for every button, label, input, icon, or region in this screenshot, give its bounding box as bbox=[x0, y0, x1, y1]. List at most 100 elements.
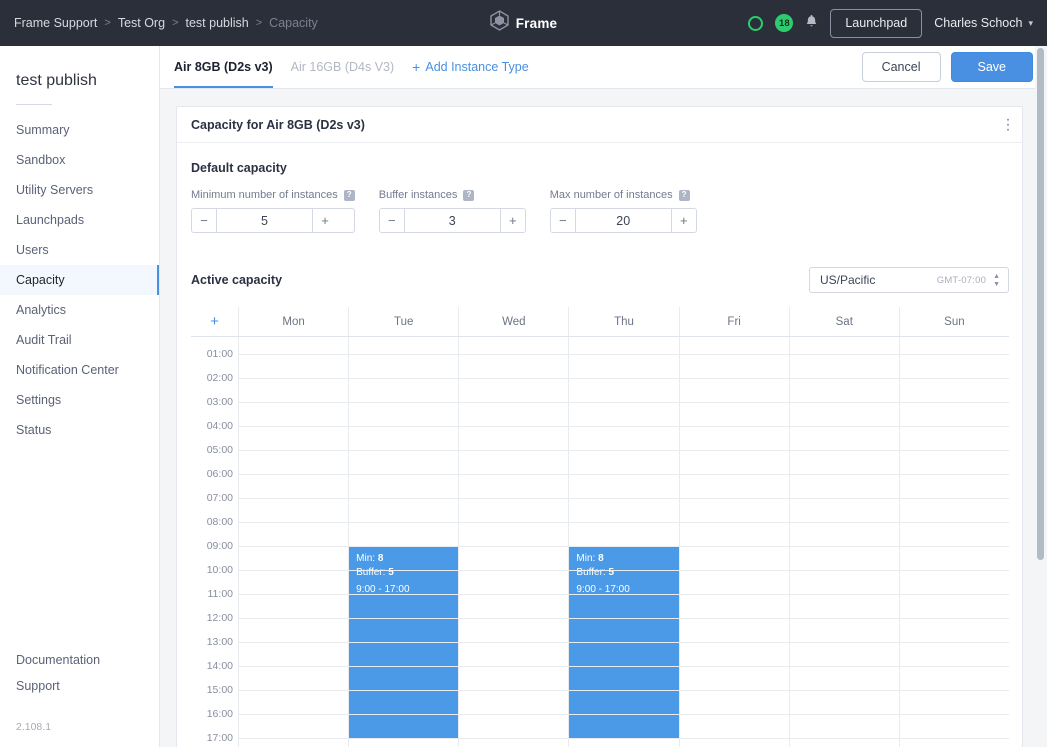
tab-air-16gb[interactable]: Air 16GB (D4s V3) bbox=[291, 46, 395, 88]
save-button[interactable]: Save bbox=[950, 52, 1033, 82]
timezone-offset: GMT-07:00 bbox=[936, 274, 987, 286]
event-buffer-line: Buffer: 5 bbox=[356, 566, 451, 580]
calendar-day-header-wed[interactable]: Wed bbox=[459, 307, 570, 336]
calendar-day-header-thu[interactable]: Thu bbox=[569, 307, 680, 336]
top-bar: Frame Support > Test Org > test publish … bbox=[0, 0, 1047, 46]
bell-icon[interactable] bbox=[805, 14, 818, 32]
capacity-card: Capacity for Air 8GB (D2s v3) Default ca… bbox=[176, 106, 1023, 747]
calendar-column-fri[interactable] bbox=[680, 337, 790, 747]
breadcrumb-separator: > bbox=[104, 17, 111, 29]
sidebar-title: test publish bbox=[16, 72, 97, 89]
user-name: Charles Schoch bbox=[934, 16, 1023, 30]
launchpad-button[interactable]: Launchpad bbox=[830, 8, 923, 38]
calendar-day-header-sun[interactable]: Sun bbox=[900, 307, 1009, 336]
calendar-column-wed[interactable] bbox=[459, 337, 570, 747]
calendar-body: Min: 8 Buffer: 5 9:00 - 17:00 Min: 8 Buf… bbox=[191, 337, 1009, 747]
sidebar-item-summary[interactable]: Summary bbox=[0, 115, 159, 145]
default-capacity-heading: Default capacity bbox=[191, 161, 287, 175]
minimum-instances-value[interactable]: 5 bbox=[217, 209, 312, 232]
sidebar-item-launchpads[interactable]: Launchpads bbox=[0, 205, 159, 235]
calendar-day-header-tue[interactable]: Tue bbox=[349, 307, 460, 336]
buffer-instances-increment[interactable]: + bbox=[499, 209, 525, 232]
sidebar-item-notification-center[interactable]: Notification Center bbox=[0, 355, 159, 385]
help-icon[interactable]: ? bbox=[678, 189, 690, 201]
breadcrumb-separator: > bbox=[255, 17, 263, 29]
minimum-instances-increment[interactable]: + bbox=[312, 209, 337, 232]
sidebar-item-audit-trail[interactable]: Audit Trail bbox=[0, 325, 159, 355]
timezone-select[interactable]: US/Pacific GMT-07:00 ▲ ▼ bbox=[809, 267, 1009, 293]
sidebar-item-utility-servers[interactable]: Utility Servers bbox=[0, 175, 159, 205]
max-instances-stepper[interactable]: − 20 + bbox=[549, 208, 697, 233]
breadcrumb-item-capacity: Capacity bbox=[269, 16, 318, 30]
calendar-day-header-mon[interactable]: Mon bbox=[239, 307, 350, 336]
card-scroll-area: Capacity for Air 8GB (D2s v3) Default ca… bbox=[160, 90, 1047, 747]
cancel-button[interactable]: Cancel bbox=[861, 52, 941, 82]
event-buffer-value: 5 bbox=[608, 567, 615, 578]
plus-icon[interactable]: + bbox=[210, 314, 219, 329]
sidebar-item-capacity[interactable]: Capacity bbox=[0, 265, 159, 295]
minimum-instances-stepper[interactable]: − 5 + bbox=[191, 208, 355, 233]
timezone-value: US/Pacific bbox=[820, 273, 876, 287]
event-buffer-label: Buffer: bbox=[576, 567, 606, 578]
notification-count-badge[interactable]: 18 bbox=[775, 14, 794, 32]
calendar-column-tue[interactable]: Min: 8 Buffer: 5 9:00 - 17:00 bbox=[349, 337, 460, 747]
breadcrumb-item-test-publish[interactable]: test publish bbox=[186, 16, 249, 30]
event-min-value: 8 bbox=[377, 553, 384, 564]
calendar-day-header-fri[interactable]: Fri bbox=[680, 307, 790, 336]
event-min-value: 8 bbox=[598, 553, 604, 564]
calendar-column-sat[interactable] bbox=[790, 337, 900, 747]
event-buffer-label: Buffer: bbox=[356, 567, 386, 578]
calendar-add-cell: + bbox=[191, 307, 239, 336]
calendar-column-sun[interactable] bbox=[900, 337, 1009, 747]
instance-type-tabs: Air 8GB (D2s v3) Air 16GB (D4s V3) + Add… bbox=[174, 46, 529, 88]
card-title: Capacity for Air 8GB (D2s v3) bbox=[191, 117, 365, 132]
plus-icon: + bbox=[412, 59, 421, 75]
minimum-instances-decrement[interactable]: − bbox=[192, 209, 217, 232]
event-buffer-line: Buffer: 5 bbox=[576, 566, 671, 580]
kebab-menu-icon[interactable] bbox=[1006, 118, 1009, 131]
event-buffer-value: 5 bbox=[388, 567, 394, 578]
max-instances-decrement[interactable]: − bbox=[550, 209, 576, 232]
field-label-max-instances: Max number of instances ? bbox=[550, 189, 697, 201]
sidebar-item-status[interactable]: Status bbox=[0, 415, 159, 445]
sidebar-item-analytics[interactable]: Analytics bbox=[0, 295, 159, 325]
tab-air-8gb[interactable]: Air 8GB (D2s v3) bbox=[174, 46, 273, 88]
sidebar-item-sandbox[interactable]: Sandbox bbox=[0, 145, 159, 175]
calendar-column-mon[interactable] bbox=[239, 337, 350, 747]
field-max-instances: Max number of instances ? − 20 + bbox=[549, 189, 697, 233]
active-capacity-heading: Active capacity bbox=[191, 273, 283, 287]
breadcrumb-item-test-org[interactable]: Test Org bbox=[118, 16, 165, 30]
sidebar-item-users[interactable]: Users bbox=[0, 235, 159, 265]
label-text: Max number of instances bbox=[549, 189, 673, 201]
calendar-day-header-sat[interactable]: Sat bbox=[790, 307, 900, 336]
help-icon[interactable]: ? bbox=[463, 189, 475, 201]
breadcrumb-item-frame-support[interactable]: Frame Support bbox=[14, 16, 97, 30]
capacity-event-tue[interactable]: Min: 8 Buffer: 5 9:00 - 17:00 bbox=[349, 546, 459, 738]
calendar-column-thu[interactable]: Min: 8 Buffer: 5 9:00 - 17:00 bbox=[569, 337, 680, 747]
label-text: Buffer instances bbox=[378, 189, 458, 201]
sidebar-link-support[interactable]: Support bbox=[0, 673, 159, 699]
buffer-instances-value[interactable]: 3 bbox=[404, 209, 500, 232]
buffer-instances-decrement[interactable]: − bbox=[379, 209, 405, 232]
user-menu[interactable]: Charles Schoch ▾ bbox=[934, 16, 1033, 30]
default-capacity-fields: Minimum number of instances ? − 5 + Buff… bbox=[177, 175, 1022, 233]
status-ring-icon[interactable] bbox=[748, 15, 764, 31]
top-bar-actions: 18 Launchpad Charles Schoch ▾ bbox=[748, 8, 1035, 38]
buffer-instances-stepper[interactable]: − 3 + bbox=[378, 208, 526, 233]
scrollbar-track[interactable] bbox=[1035, 46, 1047, 703]
add-instance-type-button[interactable]: + Add Instance Type bbox=[412, 60, 529, 74]
sidebar-link-documentation[interactable]: Documentation bbox=[0, 647, 159, 673]
max-instances-increment[interactable]: + bbox=[670, 209, 696, 232]
calendar-time-gutter bbox=[191, 337, 239, 747]
event-time-range: 9:00 - 17:00 bbox=[356, 584, 410, 595]
field-label-minimum-instances: Minimum number of instances ? bbox=[191, 189, 355, 201]
help-icon[interactable]: ? bbox=[343, 189, 355, 201]
capacity-event-thu[interactable]: Min: 8 Buffer: 5 9:00 - 17:00 bbox=[569, 546, 679, 738]
cube-icon bbox=[490, 10, 509, 36]
sidebar-footer: Documentation Support 2.108.1 bbox=[0, 647, 159, 747]
max-instances-value[interactable]: 20 bbox=[575, 209, 671, 232]
event-min-line: Min: 8 bbox=[356, 552, 451, 566]
card-header: Capacity for Air 8GB (D2s v3) bbox=[177, 107, 1022, 143]
scrollbar-thumb[interactable] bbox=[1037, 48, 1044, 560]
sidebar-item-settings[interactable]: Settings bbox=[0, 385, 159, 415]
